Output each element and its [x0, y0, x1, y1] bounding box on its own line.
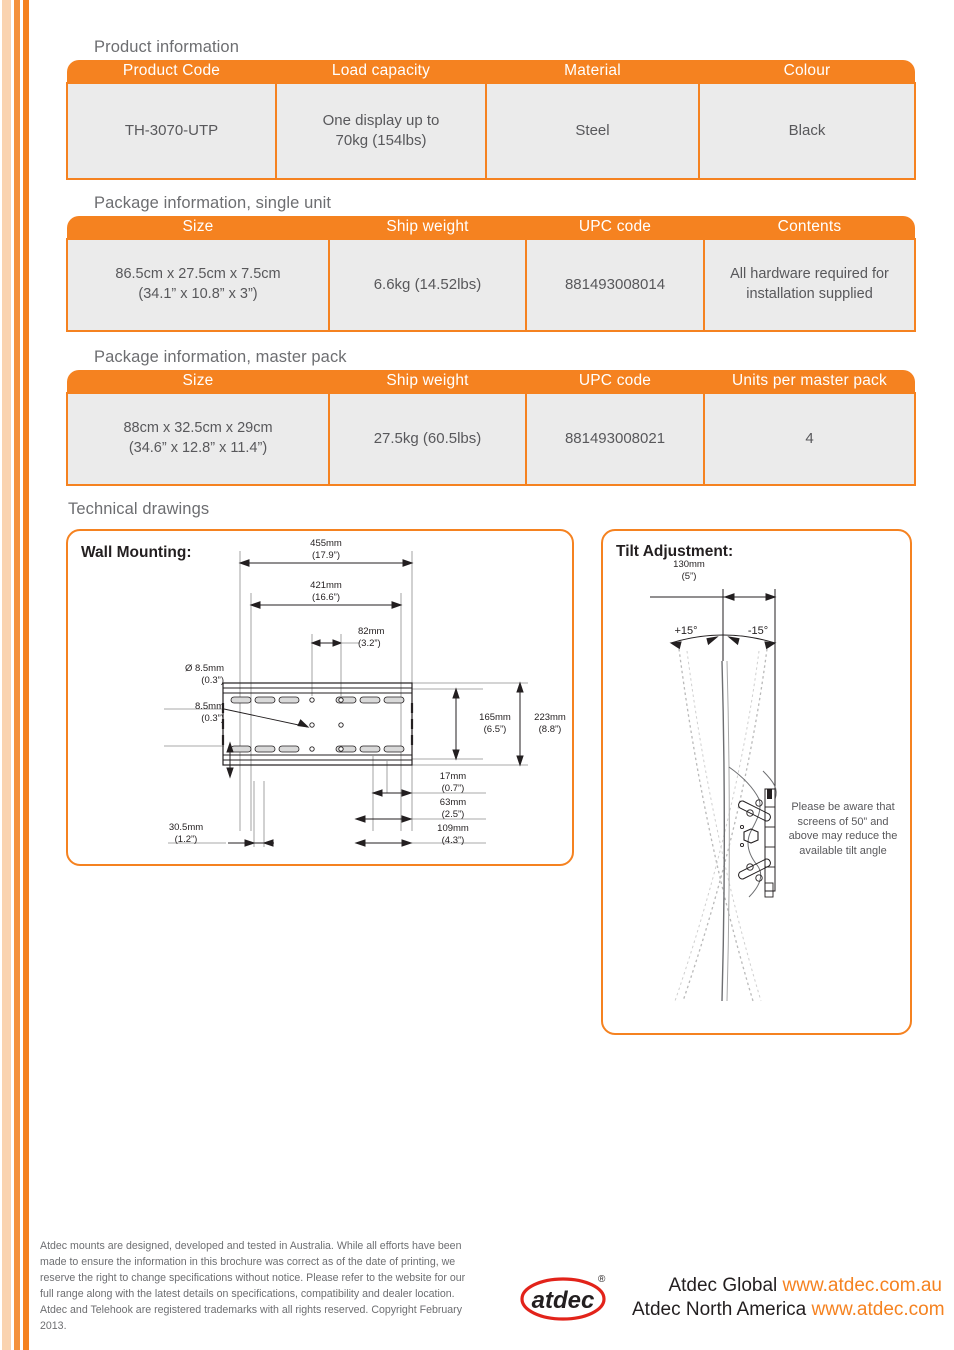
dim-82mm: 82mm (3.2”): [358, 626, 385, 649]
dim-17mm: 17mm (0.7”): [439, 771, 467, 794]
dim-165mm: 165mm (6.5”): [479, 712, 511, 735]
cell-size: 86.5cm x 27.5cm x 7.5cm (34.1” x 10.8” x…: [66, 238, 330, 332]
cell-size-line1: 86.5cm x 27.5cm x 7.5cm: [115, 266, 281, 283]
col-header-product-code: Product Code: [67, 60, 276, 83]
dim-63mm: 63mm (2.5”): [439, 797, 467, 820]
cell-size: 88cm x 32.5cm x 29cm (34.6” x 12.8” x 11…: [66, 392, 330, 486]
section-heading-product-information: Product information: [94, 38, 239, 56]
section-heading-package-master: Package information, master pack: [94, 348, 347, 366]
cell-material: Steel: [485, 82, 700, 180]
table-header-row: Size Ship weight UPC code Units per mast…: [67, 370, 915, 393]
dim-130mm: 130mm (5”): [673, 559, 705, 582]
cell-load-capacity-line2: 70kg (154lbs): [335, 132, 427, 149]
col-header-ship-weight: Ship weight: [329, 370, 526, 393]
brand-na-label: Atdec North America: [632, 1299, 807, 1321]
col-header-material: Material: [486, 60, 699, 83]
registered-trademark-icon: ®: [598, 1274, 606, 1285]
dim-223mm: 223mm (8.8”): [534, 712, 566, 735]
section-heading-technical-drawings: Technical drawings: [68, 500, 210, 518]
cell-ship-weight: 6.6kg (14.52lbs): [328, 238, 527, 332]
cell-load-capacity-line1: One display up to: [322, 111, 440, 129]
cell-product-code: TH-3070-UTP: [66, 82, 277, 180]
table-header-row: Size Ship weight UPC code Contents: [67, 216, 915, 239]
table-header-row: Product Code Load capacity Material Colo…: [67, 60, 915, 83]
col-header-contents: Contents: [704, 216, 915, 239]
dim-angle-plus-15: +15°: [674, 625, 698, 637]
wall-mounting-title: Wall Mounting:: [81, 544, 192, 561]
brand-links: Atdec Global www.atdec.com.au Atdec Nort…: [632, 1274, 945, 1323]
col-header-upc-code: UPC code: [526, 370, 704, 393]
cell-colour: Black: [698, 82, 916, 180]
col-header-upc-code: UPC code: [526, 216, 704, 239]
brand-na-url[interactable]: www.atdec.com: [812, 1299, 945, 1320]
tilt-adjustment-drawing: [650, 589, 777, 1002]
brochure-page: Product information Product Code Load ca…: [0, 0, 954, 1350]
tilt-adjustment-panel: Tilt Adjustment: 130mm (5”) +15° -15° Pl…: [601, 529, 912, 1035]
col-header-size: Size: [67, 370, 329, 393]
svg-text:atdec: atdec: [532, 1287, 595, 1314]
brand-global-url[interactable]: www.atdec.com.au: [783, 1275, 942, 1296]
cell-size-line1: 88cm x 32.5cm x 29cm: [123, 420, 273, 437]
brand-footer: atdec ® Atdec Global www.atdec.com.au At…: [520, 1272, 945, 1342]
cell-contents-line1: All hardware required for: [730, 266, 889, 283]
col-header-ship-weight: Ship weight: [329, 216, 526, 239]
cell-upc-code: 881493008014: [525, 238, 705, 332]
package-single-table: Size Ship weight UPC code Contents 86.5c…: [66, 216, 916, 332]
brand-line-north-america: Atdec North America www.atdec.com: [632, 1298, 945, 1322]
dim-slot-height: 8.5mm (0.3”): [194, 701, 224, 724]
col-header-load-capacity: Load capacity: [276, 60, 486, 83]
cell-load-capacity: One display up to 70kg (154lbs): [275, 82, 487, 180]
dim-421mm: 421mm (16.6”): [310, 580, 342, 603]
cell-contents: All hardware required for installation s…: [703, 238, 916, 332]
dim-30-5mm: 30.5mm (1.2”): [168, 822, 204, 845]
cell-units-per-master-pack: 4: [703, 392, 916, 486]
cell-contents-line2: installation supplied: [746, 286, 873, 302]
table-row: TH-3070-UTP One display up to 70kg (154l…: [66, 82, 916, 180]
cell-ship-weight: 27.5kg (60.5lbs): [328, 392, 527, 486]
package-master-table: Size Ship weight UPC code Units per mast…: [66, 370, 916, 486]
brand-line-global: Atdec Global www.atdec.com.au: [632, 1274, 942, 1298]
cell-upc-code: 881493008021: [525, 392, 705, 486]
cell-size-line2: (34.1” x 10.8” x 3”): [138, 286, 258, 302]
section-heading-package-single: Package information, single unit: [94, 194, 332, 212]
table-row: 88cm x 32.5cm x 29cm (34.6” x 12.8” x 11…: [66, 392, 916, 486]
wall-mounting-panel: Wall Mounting: 455mm (17.9”) 421mm (16.6…: [66, 529, 574, 866]
col-header-units-per-master-pack: Units per master pack: [704, 370, 915, 393]
col-header-size: Size: [67, 216, 329, 239]
col-header-colour: Colour: [699, 60, 915, 83]
product-information-table: Product Code Load capacity Material Colo…: [66, 60, 916, 180]
tilt-angle-note: Please be aware that screens of 50” and …: [788, 801, 898, 857]
atdec-logo-icon: atdec: [520, 1277, 606, 1321]
dim-455mm: 455mm (17.9”): [310, 538, 342, 561]
table-row: 86.5cm x 27.5cm x 7.5cm (34.1” x 10.8” x…: [66, 238, 916, 332]
cell-size-line2: (34.6” x 12.8” x 11.4”): [128, 440, 268, 456]
dim-angle-minus-15: -15°: [747, 625, 769, 637]
dim-hole-diameter: Ø 8.5mm (0.3”): [184, 663, 224, 686]
brand-global-label: Atdec Global: [668, 1275, 778, 1296]
dim-109mm: 109mm (4.3”): [437, 823, 469, 846]
disclaimer-text: Atdec mounts are designed, developed and…: [40, 1240, 466, 1333]
